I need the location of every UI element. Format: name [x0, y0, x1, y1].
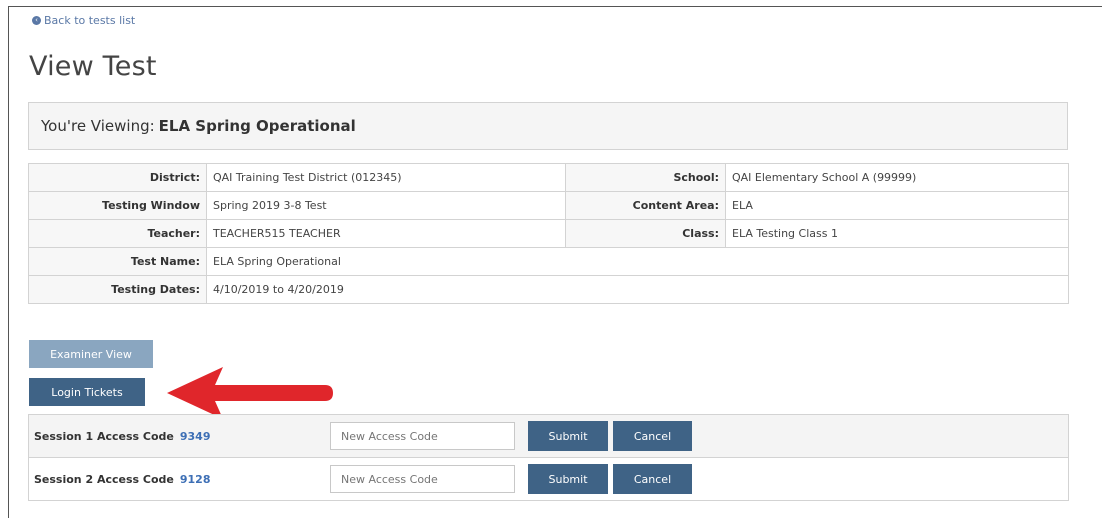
- left-border: [8, 6, 9, 518]
- back-to-tests-link[interactable]: ‹ Back to tests list: [32, 14, 135, 27]
- testing-dates-value: 4/10/2019 to 4/20/2019: [206, 275, 1069, 304]
- session-row-1: Session 1 Access Code 9349 Submit Cancel: [29, 415, 1068, 457]
- session-2-label: Session 2 Access Code 9128: [34, 473, 210, 486]
- test-name-value: ELA Spring Operational: [206, 247, 1069, 276]
- session-1-label: Session 1 Access Code 9349: [34, 430, 210, 443]
- viewing-banner: You're Viewing: ELA Spring Operational: [28, 102, 1068, 150]
- back-arrow-circle-icon: ‹: [32, 16, 41, 25]
- session-2-label-text: Session 2 Access Code: [34, 472, 174, 486]
- page-title: View Test: [29, 51, 157, 82]
- info-row-test-name: Test Name: ELA Spring Operational: [28, 247, 1069, 276]
- school-label: School:: [565, 163, 726, 192]
- testing-dates-label: Testing Dates:: [28, 275, 207, 304]
- session-1-code: 9349: [179, 429, 211, 443]
- content-area-value: ELA: [725, 191, 1069, 220]
- examiner-view-button[interactable]: Examiner View: [29, 340, 153, 368]
- session-1-submit-button[interactable]: Submit: [528, 421, 608, 451]
- session-2-cancel-button[interactable]: Cancel: [613, 464, 692, 494]
- test-info-table: District: QAI Training Test District (01…: [28, 163, 1069, 304]
- top-border: [8, 6, 1102, 7]
- info-row-teacher: Teacher: TEACHER515 TEACHER Class: ELA T…: [28, 219, 1069, 248]
- testing-window-value: Spring 2019 3-8 Test: [206, 191, 566, 220]
- viewing-test-name: ELA Spring Operational: [158, 117, 356, 135]
- info-row-district: District: QAI Training Test District (01…: [28, 163, 1069, 192]
- district-label: District:: [28, 163, 207, 192]
- session-1-cancel-button[interactable]: Cancel: [613, 421, 692, 451]
- session-2-submit-button[interactable]: Submit: [528, 464, 608, 494]
- class-label: Class:: [565, 219, 726, 248]
- session-2-code: 9128: [179, 472, 211, 486]
- test-name-label: Test Name:: [28, 247, 207, 276]
- teacher-label: Teacher:: [28, 219, 207, 248]
- teacher-value: TEACHER515 TEACHER: [206, 219, 566, 248]
- content-area-label: Content Area:: [565, 191, 726, 220]
- class-value: ELA Testing Class 1: [725, 219, 1069, 248]
- login-tickets-button[interactable]: Login Tickets: [29, 378, 145, 406]
- session-2-new-code-input[interactable]: [330, 465, 515, 493]
- district-value: QAI Training Test District (012345): [206, 163, 566, 192]
- school-value: QAI Elementary School A (99999): [725, 163, 1069, 192]
- session-1-new-code-input[interactable]: [330, 422, 515, 450]
- session-access-codes: Session 1 Access Code9349 Submit Cancel …: [28, 414, 1069, 501]
- back-link-label: Back to tests list: [44, 14, 136, 27]
- session-row-2: Session 2 Access Code 9128 Submit Cancel: [29, 457, 1068, 500]
- info-row-dates: Testing Dates: 4/10/2019 to 4/20/2019: [28, 275, 1069, 304]
- red-arrow-icon: [167, 367, 333, 419]
- info-row-window: Testing Window Spring 2019 3-8 Test Cont…: [28, 191, 1069, 220]
- viewing-label: You're Viewing:: [41, 117, 155, 135]
- session-1-label-text: Session 1 Access Code: [34, 429, 174, 443]
- testing-window-label: Testing Window: [28, 191, 207, 220]
